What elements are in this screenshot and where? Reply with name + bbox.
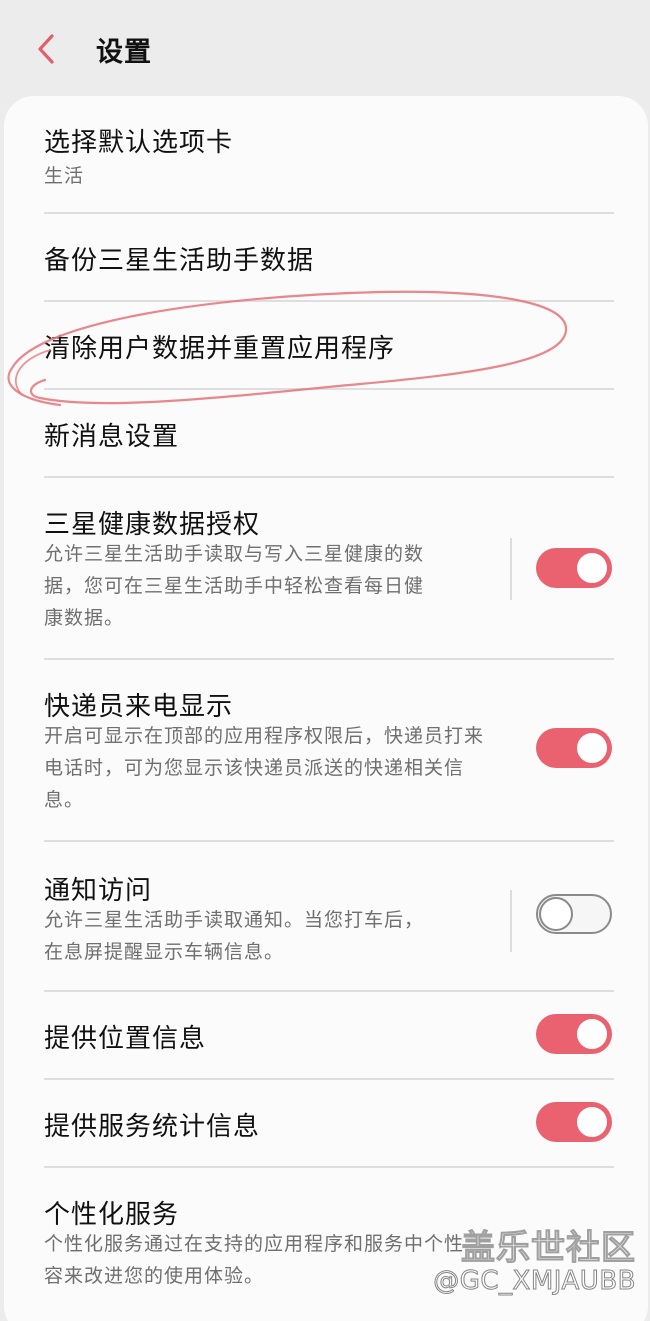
- toggle-knob: [575, 551, 609, 585]
- description-line: 容来改进您的使用体验。: [44, 1265, 265, 1287]
- setting-new-message[interactable]: 新消息设置: [44, 390, 614, 478]
- description-line: 电话时，可为您显示该快递员派送的快递相关信: [44, 757, 465, 779]
- setting-description: 个性化服务通过在支持的应用程序和服务中个性 容来改进您的使用体验。: [44, 1228, 464, 1292]
- setting-title: 提供服务统计信息: [44, 1112, 261, 1142]
- courier-caller-id-toggle[interactable]: [536, 728, 612, 768]
- setting-title: 选择默认选项卡: [44, 128, 234, 158]
- description-line: 允许三星生活助手读取通知。当您打车后，: [44, 909, 425, 931]
- setting-title: 快递员来电显示: [44, 692, 234, 722]
- watermark-logo-text: 盖乐世社区: [461, 1228, 636, 1269]
- setting-title: 清除用户数据并重置应用程序: [44, 334, 396, 364]
- setting-description: 允许三星生活助手读取与写入三星健康的数 据，您可在三星生活助手中轻松查看每日健 …: [44, 538, 424, 634]
- back-button[interactable]: [30, 30, 64, 68]
- setting-description: 允许三星生活助手读取通知。当您打车后， 在息屏提醒显示车辆信息。: [44, 904, 424, 968]
- setting-title: 新消息设置: [44, 422, 180, 452]
- setting-title: 通知访问: [44, 876, 153, 906]
- divider: [510, 538, 512, 600]
- setting-samsung-health-auth[interactable]: 三星健康数据授权 允许三星生活助手读取与写入三星健康的数 据，您可在三星生活助手…: [44, 478, 614, 660]
- notification-access-toggle[interactable]: [536, 894, 612, 934]
- setting-description: 开启可显示在顶部的应用程序权限后，快递员打来 电话时，可为您显示该快递员派送的快…: [44, 720, 484, 816]
- setting-courier-caller-id[interactable]: 快递员来电显示 开启可显示在顶部的应用程序权限后，快递员打来 电话时，可为您显示…: [44, 660, 614, 842]
- setting-location-info[interactable]: 提供位置信息: [44, 992, 614, 1080]
- description-line: 个性化服务通过在支持的应用程序和服务中个性: [44, 1233, 465, 1255]
- settings-card: 选择默认选项卡 生活 备份三星生活助手数据 清除用户数据并重置应用程序 新消息设…: [4, 96, 648, 1321]
- description-line: 在息屏提醒显示车辆信息。: [44, 941, 285, 963]
- description-line: 据，您可在三星生活助手中轻松查看每日健: [44, 575, 425, 597]
- samsung-health-toggle[interactable]: [536, 548, 612, 588]
- setting-title: 三星健康数据授权: [44, 510, 261, 540]
- setting-title: 提供位置信息: [44, 1024, 207, 1054]
- setting-service-stats[interactable]: 提供服务统计信息: [44, 1080, 614, 1168]
- divider: [510, 890, 512, 952]
- setting-title: 个性化服务: [44, 1200, 180, 1230]
- description-line: 息。: [44, 789, 85, 811]
- toggle-knob: [575, 731, 609, 765]
- location-info-toggle[interactable]: [536, 1014, 612, 1054]
- setting-default-tab[interactable]: 选择默认选项卡 生活: [44, 96, 614, 214]
- setting-title: 备份三星生活助手数据: [44, 246, 315, 276]
- app-bar: 设置: [0, 0, 650, 98]
- watermark-username: @GC_XMJAUBB: [433, 1266, 636, 1297]
- setting-value: 生活: [44, 165, 85, 187]
- chevron-left-icon: [38, 34, 54, 64]
- page-title: 设置: [96, 37, 152, 68]
- setting-backup-data[interactable]: 备份三星生活助手数据: [44, 214, 614, 302]
- setting-clear-reset[interactable]: 清除用户数据并重置应用程序: [44, 302, 614, 390]
- description-line: 开启可显示在顶部的应用程序权限后，快递员打来: [44, 725, 485, 747]
- service-stats-toggle[interactable]: [536, 1102, 612, 1142]
- toggle-knob: [575, 1017, 609, 1051]
- description-line: 允许三星生活助手读取与写入三星健康的数: [44, 543, 425, 565]
- toggle-knob: [539, 897, 573, 931]
- description-line: 康数据。: [44, 607, 125, 629]
- toggle-knob: [575, 1105, 609, 1139]
- setting-notification-access[interactable]: 通知访问 允许三星生活助手读取通知。当您打车后， 在息屏提醒显示车辆信息。: [44, 842, 614, 992]
